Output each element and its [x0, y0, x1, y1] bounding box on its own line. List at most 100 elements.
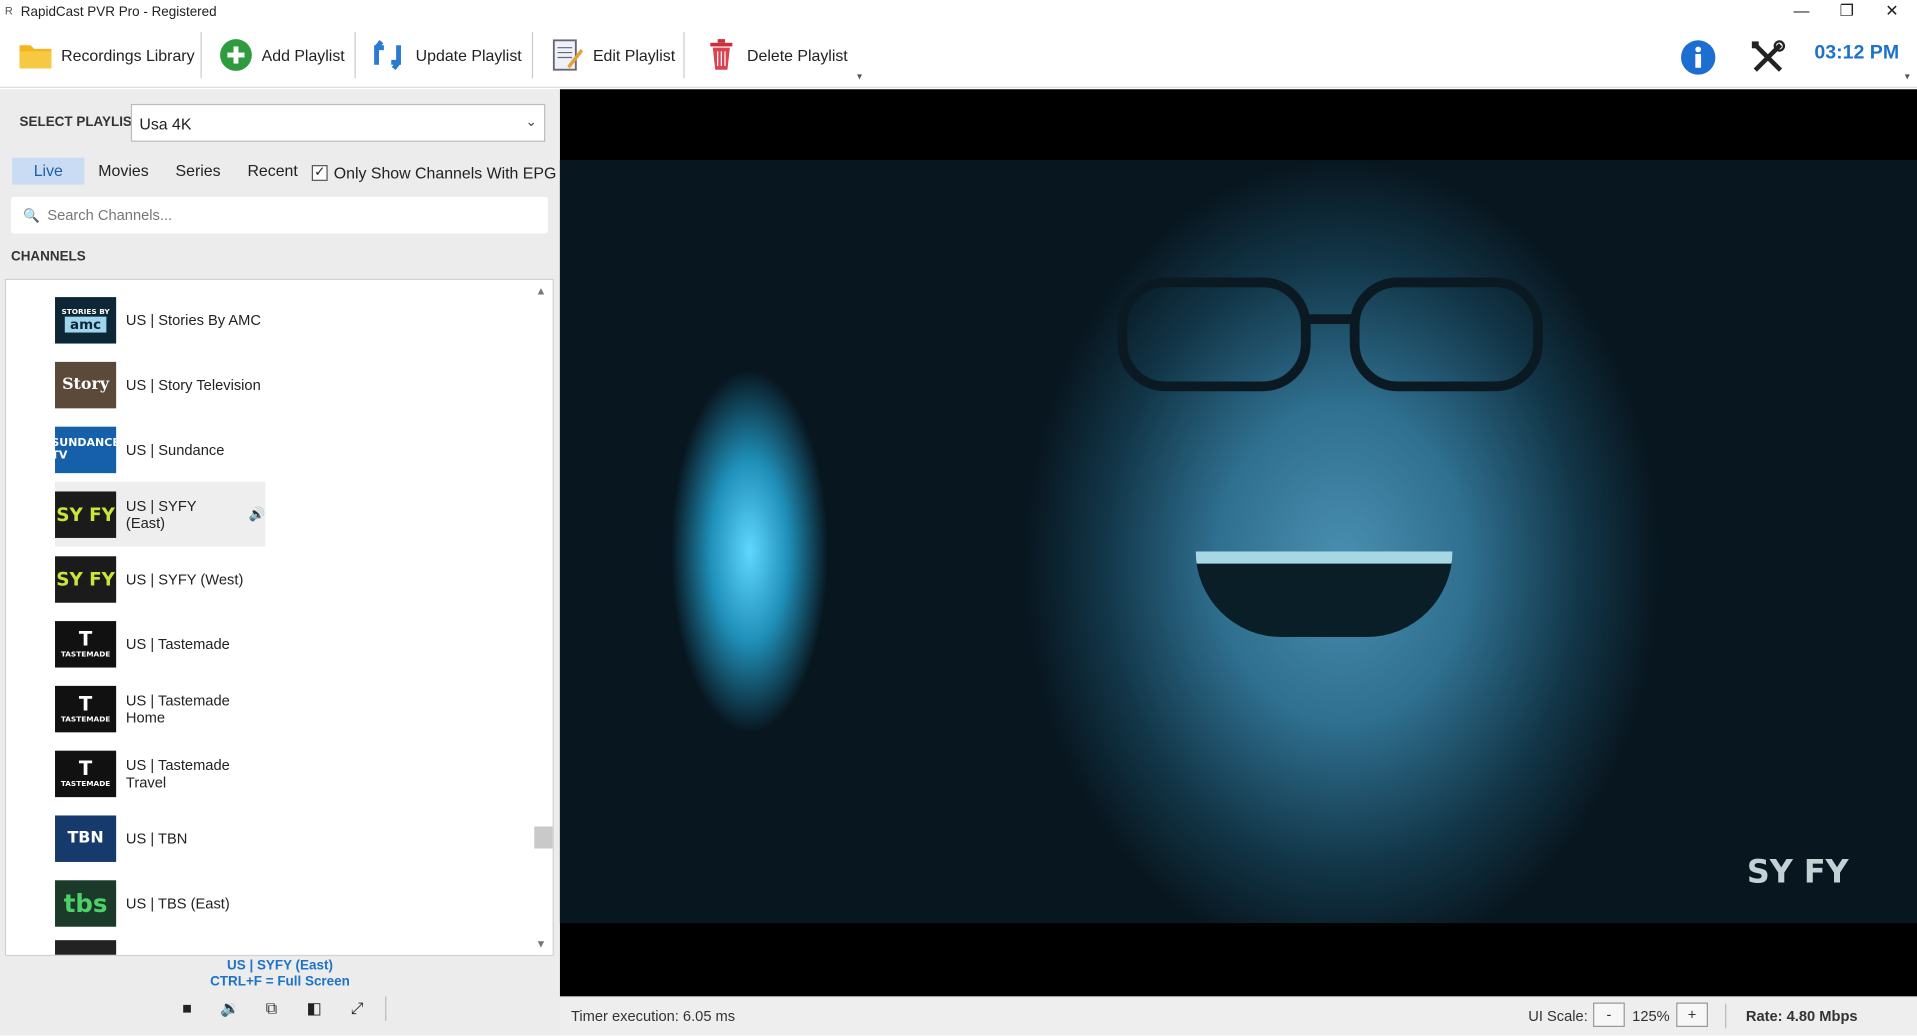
pip-button[interactable]: ⧉: [258, 999, 285, 1021]
channel-panel: SELECT PLAYLIST: Usa 4K ⌄ Live Movies Se…: [0, 89, 560, 1036]
recordings-library-button[interactable]: Recordings Library: [17, 32, 195, 78]
channel-logo: STORIES BY amc: [55, 296, 117, 343]
toolbar-overflow-icon[interactable]: ▾: [1905, 71, 1910, 82]
channel-watermark: SY FY: [1746, 854, 1849, 892]
settings-button[interactable]: [1750, 34, 1794, 80]
window-title: RapidCast PVR Pro - Registered: [20, 4, 217, 20]
clock: 03:12 PM: [1814, 42, 1900, 64]
tab-recent[interactable]: Recent: [241, 158, 305, 185]
toolbar-divider: [354, 31, 356, 79]
plus-circle-icon: [218, 37, 255, 74]
epg-filter-label: Only Show Channels With EPG: [333, 163, 557, 183]
channel-logo-text: STORIES BY: [61, 307, 110, 317]
channel-logo-text: TASTEMADE: [60, 650, 111, 659]
channel-name: US | Tastemade: [125, 635, 230, 653]
edit-playlist-label: Edit Playlist: [592, 45, 676, 65]
chevron-down-icon: ⌄: [525, 114, 537, 130]
ui-scale-value: 125%: [1632, 1007, 1670, 1025]
close-button[interactable]: ✕: [1869, 0, 1914, 24]
channel-row-partial[interactable]: [55, 940, 265, 955]
playlist-select[interactable]: Usa 4K ⌄: [130, 103, 546, 142]
channel-list-scrollbar[interactable]: ▲ ▼: [533, 279, 553, 955]
search-channels[interactable]: 🔍 Search Channels...: [11, 196, 548, 234]
update-playlist-label: Update Playlist: [415, 45, 522, 65]
notepad-edit-icon: [549, 37, 586, 74]
channel-row[interactable]: Story US | Story Television: [55, 352, 265, 417]
epg-checkbox[interactable]: ✓: [311, 165, 328, 181]
restore-button[interactable]: ❐: [1824, 0, 1869, 24]
channel-row[interactable]: SY FY US | SYFY (West): [55, 547, 265, 612]
channel-logo: T TASTEMADE: [55, 750, 117, 797]
search-input[interactable]: Search Channels...: [47, 207, 172, 224]
channel-logo: T TASTEMADE: [55, 620, 117, 667]
select-playlist-label: SELECT PLAYLIST:: [19, 114, 144, 130]
ui-scale-increase-button[interactable]: +: [1676, 1002, 1708, 1027]
ui-scale-label: UI Scale:: [1528, 1007, 1588, 1025]
channel-logo-text: T: [78, 627, 93, 651]
ui-scale-decrease-button[interactable]: -: [1593, 1002, 1625, 1027]
timer-execution: Timer execution: 6.05 ms: [570, 1007, 736, 1025]
now-playing-channel: US | SYFY (East): [227, 958, 333, 974]
epg-filter[interactable]: ✓ Only Show Channels With EPG: [311, 163, 557, 183]
channel-row[interactable]: T TASTEMADE US | Tastemade Home: [55, 676, 265, 741]
channel-logo: Story: [55, 361, 117, 408]
channel-row[interactable]: T TASTEMADE US | Tastemade Travel: [55, 741, 265, 806]
toolbar-divider: [200, 31, 202, 79]
video-player[interactable]: SY FY: [559, 89, 1917, 997]
channel-logo: SY FY: [55, 490, 117, 538]
edit-playlist-button[interactable]: Edit Playlist: [549, 32, 675, 78]
channel-logo: T TASTEMADE: [55, 685, 117, 732]
audio-button[interactable]: 🔉: [216, 999, 243, 1021]
status-bar: Timer execution: 6.05 ms UI Scale: - 125…: [559, 996, 1917, 1036]
title-bar: R RapidCast PVR Pro - Registered — ❐ ✕: [0, 0, 1917, 25]
channel-name: US | SYFY (West): [125, 570, 244, 588]
channel-row[interactable]: STORIES BY amc US | Stories By AMC: [55, 287, 265, 352]
channel-row[interactable]: SUNDANCE TV US | Sundance: [55, 417, 265, 482]
info-button[interactable]: [1680, 34, 1724, 80]
search-icon: 🔍: [23, 208, 40, 224]
window-mode-button[interactable]: ◧: [301, 999, 328, 1021]
scroll-up-icon[interactable]: ▲: [535, 285, 546, 297]
channel-row[interactable]: tbs US | TBS (East): [55, 870, 265, 935]
channel-logo: tbs: [55, 879, 117, 927]
toolbar-overflow-icon[interactable]: ▾: [857, 71, 862, 82]
refresh-arrows-icon: [372, 37, 409, 74]
mouth-shape: [1195, 551, 1453, 637]
folder-icon: [17, 37, 54, 74]
toolbar-divider: [683, 31, 685, 79]
tab-movies[interactable]: Movies: [92, 158, 156, 185]
tools-icon: [1750, 39, 1787, 76]
channel-name: US | Stories By AMC: [125, 311, 262, 329]
fullscreen-button[interactable]: ⤢: [344, 999, 371, 1021]
minimize-button[interactable]: —: [1779, 0, 1824, 24]
add-playlist-label: Add Playlist: [261, 45, 345, 65]
update-playlist-button[interactable]: Update Playlist: [372, 32, 522, 78]
channel-logo-text: amc: [65, 316, 107, 332]
channel-name: US | TBN: [125, 829, 188, 847]
app-icon: R: [4, 4, 13, 18]
background-light: [669, 368, 829, 735]
glasses-shape: [1117, 277, 1543, 392]
bitrate: Rate: 4.80 Mbps: [1745, 1007, 1858, 1025]
scroll-down-icon[interactable]: ▼: [535, 938, 546, 950]
stop-button[interactable]: ■: [174, 999, 201, 1021]
channel-name: US | Sundance: [125, 440, 225, 458]
channel-name: US | Story Television: [125, 375, 261, 394]
tab-live[interactable]: Live: [12, 157, 85, 185]
channel-name: US | Tastemade Home: [125, 691, 230, 726]
delete-playlist-button[interactable]: Delete Playlist: [703, 32, 848, 78]
add-playlist-button[interactable]: Add Playlist: [218, 32, 345, 78]
channel-logo-text: TASTEMADE: [60, 715, 111, 724]
channel-row-selected[interactable]: SY FY US | SYFY (East) 🔊: [55, 481, 266, 547]
toolbar: Recordings Library Add Playlist Update P…: [0, 24, 1917, 89]
channel-row[interactable]: TBN US | TBN: [55, 806, 265, 871]
tab-series[interactable]: Series: [169, 158, 228, 185]
toolbar-divider: [531, 31, 534, 79]
channel-list: STORIES BY amc US | Stories By AMC Story…: [4, 278, 554, 957]
playlist-select-value: Usa 4K: [139, 114, 192, 134]
channel-row[interactable]: T TASTEMADE US | Tastemade: [55, 611, 265, 676]
speaker-icon: 🔊: [248, 507, 266, 523]
channel-logo: SY FY: [55, 555, 117, 603]
scrollbar-thumb[interactable]: [534, 826, 553, 849]
status-divider: [1725, 1003, 1727, 1029]
